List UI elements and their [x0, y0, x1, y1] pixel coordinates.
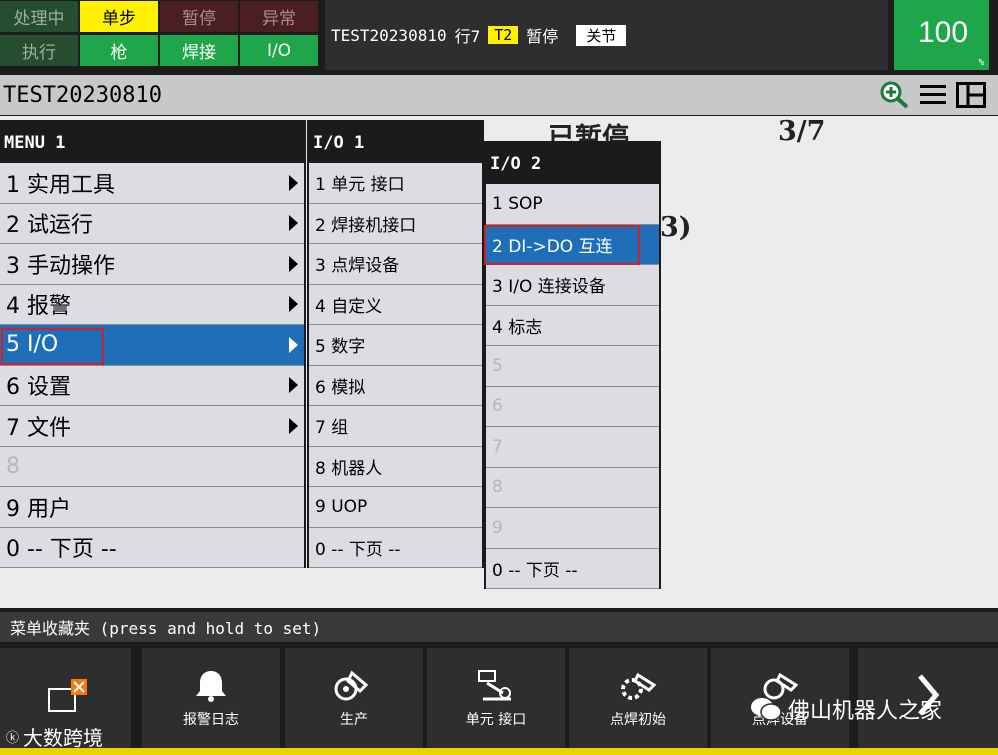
- program-fragment: 3): [660, 212, 692, 243]
- io2-item-empty-6: 6: [486, 386, 659, 427]
- override-unit: %: [978, 58, 984, 68]
- io-submenu-2-header: I/O 2: [486, 143, 659, 184]
- lamp-io: I/O: [240, 35, 318, 66]
- status-coord-joint: 关节: [576, 24, 627, 46]
- fkey-alarm-log[interactable]: 报警日志: [142, 648, 280, 748]
- highlight-box-io: [1, 328, 104, 365]
- menu-favorites-label: 菜单收藏夹 (press and hold to set): [10, 619, 322, 638]
- fkey-spot-init[interactable]: 点焊初始: [569, 648, 707, 748]
- title-bar: TEST20230810: [0, 75, 998, 115]
- io2-item-empty-5: 5: [486, 346, 659, 387]
- menu-item-user[interactable]: 9 用户: [0, 487, 304, 528]
- status-mode-badge: T2: [488, 26, 519, 44]
- lamp-weld: 焊接: [160, 35, 238, 66]
- lamp-running: 执行: [0, 35, 78, 66]
- io2-item-next-page[interactable]: 0 -- 下页 --: [486, 548, 659, 589]
- watermark-logo-icon: ⓚ: [6, 731, 20, 746]
- fkey-production-label: 生产: [340, 712, 368, 728]
- io-submenu-2: I/O 2 1 SOP 2 DI->DO 互连 3 I/O 连接设备 4 标志 …: [484, 141, 661, 589]
- highlight-box-di-do: [484, 225, 640, 265]
- menu-item-empty: 8: [0, 446, 304, 487]
- io2-item-empty-7: 7: [486, 427, 659, 468]
- page-title: TEST20230810: [3, 82, 162, 108]
- fkey-cell-interface[interactable]: 单元 接口: [427, 648, 565, 748]
- io2-item-link-device[interactable]: 3 I/O 连接设备: [486, 265, 659, 306]
- lamp-single-step: 单步: [80, 1, 158, 32]
- lamp-fault: 异常: [240, 1, 318, 32]
- fkey-cell-interface-label: 单元 接口: [465, 712, 527, 728]
- io-item-analog[interactable]: 6 模拟: [309, 365, 482, 406]
- menu-item-test-cycle[interactable]: 2 试运行: [0, 203, 304, 244]
- watermark-left: ⓚ 大数跨境: [6, 726, 104, 750]
- lamp-processing: 处理中: [0, 1, 78, 32]
- watermark-right: 佛山机器人之家: [750, 693, 942, 725]
- menu-favorites-bar[interactable]: 菜单收藏夹 (press and hold to set): [0, 612, 998, 642]
- io-item-spot-equipment[interactable]: 3 点焊设备: [309, 244, 482, 285]
- status-line: 行7: [454, 27, 481, 46]
- io2-item-sop[interactable]: 1 SOP: [486, 184, 659, 225]
- status-program: TEST20230810: [331, 25, 447, 45]
- io2-item-flag[interactable]: 4 标志: [486, 305, 659, 346]
- zoom-in-icon[interactable]: [880, 81, 910, 109]
- io-item-custom[interactable]: 4 自定义: [309, 284, 482, 325]
- menu-item-manual-fctns[interactable]: 3 手动操作: [0, 244, 304, 285]
- fkey-spot-init-label: 点焊初始: [610, 712, 666, 728]
- menu-item-utilities[interactable]: 1 实用工具: [0, 163, 304, 204]
- io-item-uop[interactable]: 9 UOP: [309, 487, 482, 528]
- io-robot-icon: [478, 670, 511, 701]
- menu-item-next-page[interactable]: 0 -- 下页 --: [0, 527, 304, 568]
- io-submenu-1: I/O 1 1 单元 接口 2 焊接机接口 3 点焊设备 4 自定义 5 数字 …: [307, 120, 484, 568]
- spot-gear-icon: [621, 672, 657, 700]
- io2-item-empty-8: 8: [486, 467, 659, 508]
- io-item-cell-interface[interactable]: 1 单元 接口: [309, 163, 482, 204]
- robot-arm-icon: [334, 670, 369, 701]
- menu-item-setup[interactable]: 6 设置: [0, 365, 304, 406]
- io-item-robot[interactable]: 8 机器人: [309, 446, 482, 487]
- status-state: 暂停: [526, 27, 559, 46]
- window-switch-icon: [47, 679, 87, 712]
- bell-icon: [196, 671, 226, 702]
- bottom-accent-line: [0, 748, 998, 755]
- io-item-weld-interface[interactable]: 2 焊接机接口: [309, 203, 482, 244]
- fkey-alarm-log-label: 报警日志: [183, 712, 239, 728]
- io2-item-empty-9: 9: [486, 508, 659, 549]
- menu-item-file[interactable]: 7 文件: [0, 406, 304, 447]
- split-window-icon[interactable]: [956, 82, 986, 108]
- fkey-production[interactable]: 生产: [285, 648, 423, 748]
- io-item-digital[interactable]: 5 数字: [309, 325, 482, 366]
- io-item-next-page[interactable]: 0 -- 下页 --: [309, 527, 482, 568]
- io-submenu-1-header: I/O 1: [309, 122, 482, 163]
- override-display[interactable]: 100 %: [894, 0, 989, 70]
- menu-item-alarm[interactable]: 4 报警: [0, 284, 304, 325]
- lamp-hold: 暂停: [160, 1, 238, 32]
- wechat-icon: [751, 698, 782, 721]
- menu-list-icon[interactable]: [920, 83, 946, 107]
- io-item-group[interactable]: 7 组: [309, 406, 482, 447]
- progress-text: 3/7: [778, 116, 826, 147]
- lamp-gun: 枪: [80, 35, 158, 66]
- main-menu-header: MENU 1: [0, 122, 304, 163]
- status-bar: TEST20230810 行7 T2 暂停 关节: [325, 0, 888, 70]
- override-value: 100: [918, 16, 969, 49]
